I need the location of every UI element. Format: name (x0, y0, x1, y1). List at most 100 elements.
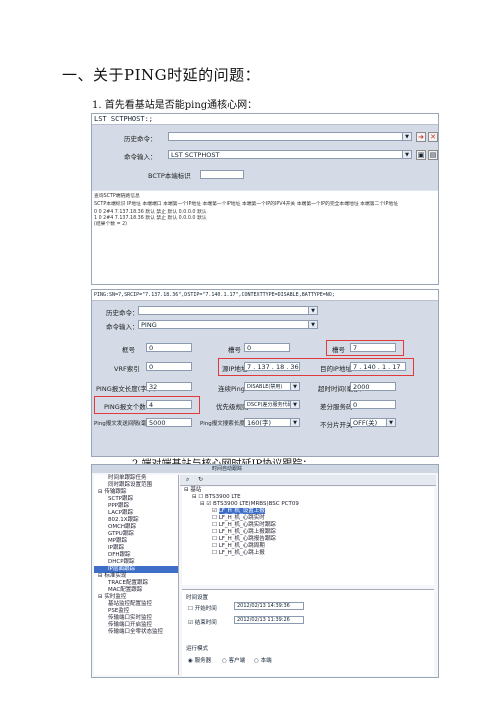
mode-client-radio[interactable]: ○ 客户端 (222, 656, 245, 664)
tree-item[interactable]: ☐ LF_H_机_心跳上报 (182, 550, 434, 557)
command-line: LST SCTPHOST:; (92, 114, 438, 125)
highlight-box (218, 358, 414, 376)
start-time-input[interactable]: 2012/02/13 14:39:36 (234, 602, 304, 610)
command-input[interactable]: PING ▼ (138, 320, 318, 329)
clear-icon[interactable]: ✕ (428, 132, 438, 142)
vrf-input[interactable]: 0 (146, 362, 192, 371)
tree-item[interactable]: ☐ LF_H_机_心跳报告跟踪 (182, 536, 434, 543)
tree-item[interactable]: DFH跟踪 (94, 552, 178, 559)
result-footer: (结果个数 = 2) (94, 222, 128, 227)
ping-length-input[interactable]: 32 (146, 382, 192, 391)
tree-item[interactable]: OMCH跟踪 (94, 524, 178, 531)
chevron-down-icon: ▼ (290, 401, 299, 408)
ping-panel: 历史命令： ▼ 命令输入： PING ▼ 框号 0 槽号 0 槽号 7 VRF索引… (92, 301, 438, 456)
tree-item[interactable]: IP跟踪 (94, 545, 178, 552)
tree-item[interactable]: 传输端口实时监控 (94, 615, 178, 622)
highlight-box (326, 340, 404, 356)
section-heading: 一、关于PING时延的问题： (62, 66, 261, 84)
chevron-down-icon: ▼ (308, 307, 317, 314)
screenshot-lst-sctphost: LST SCTPHOST:; 历史命令： ▼ ➜ ✕ 命令输入： LST SCT… (91, 113, 439, 285)
start-time-row[interactable]: ☐ 开始时间 (188, 604, 217, 612)
field-label: 连续Ping (218, 385, 245, 393)
continuous-ping-select[interactable]: DISABLE(禁用) ▼ (244, 382, 300, 391)
tree-item[interactable]: ☐ LF_H_机_心跳周期 (182, 543, 434, 550)
field-label: 框号 (122, 346, 135, 354)
step-1-text: 1. 首先看基站是否能ping通核心网： (92, 100, 258, 111)
tree-item[interactable]: 传输端口开启监控 (94, 622, 178, 629)
history-select[interactable]: ▼ (138, 306, 318, 315)
command-line: PING:SN=7,SRCIP="7.137.18.36",DSTIP="7.1… (92, 290, 438, 301)
tree-item[interactable]: 802.1X跟踪 (94, 517, 178, 524)
tree-item[interactable]: ⊟ 标准实现 (94, 573, 178, 580)
dscp-input[interactable]: 0 (350, 400, 396, 409)
mode-server-radio[interactable]: ◉ 服务器 (188, 656, 211, 664)
chevron-down-icon: ▼ (386, 419, 395, 426)
priority-select[interactable]: DSCP(差分服务代码) ▼ (244, 400, 300, 409)
tree-item[interactable]: ⊟ 实时监控 (94, 594, 178, 601)
field-label: 不分片开关 (320, 421, 353, 429)
refresh-icon[interactable]: ↻ (198, 476, 203, 483)
tree-item[interactable]: TRACE配置跟踪 (94, 580, 178, 587)
timeout-input[interactable]: 2000 (350, 382, 396, 391)
tree-item[interactable]: LACP跟踪 (94, 510, 178, 517)
execute-icon[interactable]: ➜ (416, 132, 426, 142)
result-headers: SCTP本端标识 IP地址 本端端口 本端第一个IP地址 本端第一个IP地址 本… (94, 202, 399, 207)
frame-input[interactable]: 0 (146, 343, 192, 352)
tree-item[interactable]: ⊟ 基站 (182, 487, 434, 494)
tree-item[interactable]: ☐ LF_H_机_心跳上报跟踪 (182, 529, 434, 536)
search-icon[interactable]: ⌕ (186, 476, 189, 484)
command-label: 命令输入： (124, 153, 157, 161)
tree-item[interactable]: 同时跟踪设置范围 (94, 482, 178, 489)
tree-item[interactable]: DHCP跟踪 (94, 559, 178, 566)
tree-item[interactable]: MAC配置跟踪 (94, 587, 178, 594)
tree-item[interactable]: ☐ LF_H_机_心跳实时 (182, 515, 434, 522)
toolbar: ⌕ ↻ (180, 475, 436, 486)
tree-item[interactable]: GTPU跟踪 (94, 531, 178, 538)
tree-item[interactable]: ☑ LF_H_机_设置上报 (182, 508, 434, 515)
command-input[interactable]: LST SCTPHOST ▼ (168, 150, 412, 159)
history-label: 历史命令： (124, 135, 157, 143)
search-length-select[interactable]: 160(字) ▼ (244, 418, 300, 427)
highlight-box (94, 396, 200, 414)
tree-item[interactable]: PSE监控 (94, 608, 178, 615)
ne-tree: ⊟ 基站 ⊟ ☐ BTS3900 LTE ⊟ ☑ BTS3900 LTE(MRB… (182, 487, 434, 585)
tree-item[interactable]: 基站监控配置监控 (94, 601, 178, 608)
chevron-down-icon: ▼ (402, 151, 411, 158)
tree-item[interactable]: 时间单跟踪任务 (94, 475, 178, 482)
bctp-label: BCTP本端标识 (148, 172, 191, 180)
chevron-down-icon: ▼ (402, 133, 411, 140)
tree-item[interactable]: MP跟踪 (94, 538, 178, 545)
run-icon[interactable]: ▤ (428, 150, 438, 160)
chevron-down-icon: ▼ (308, 321, 317, 328)
result-panel: 查询SCTP端链路信息 SCTP本端标识 IP地址 本端端口 本端第一个IP地址… (92, 191, 438, 284)
interval-input[interactable]: 5000 (146, 418, 192, 427)
mode-local-radio[interactable]: ○ 本端 (254, 656, 272, 664)
screenshot-trace: 时间自动跟踪 时间单跟踪任务 同时跟踪设置范围 ⊟ 传输跟踪 SCTP跟踪 PP… (91, 464, 439, 678)
tree-item[interactable]: 传输端口全零状态监控 (94, 629, 178, 636)
time-section-title: 时间设置 (186, 595, 209, 601)
field-label: Ping报文发送间隔(毫秒) (94, 421, 154, 427)
slot-input[interactable]: 0 (244, 343, 290, 352)
save-icon[interactable]: ▣ (416, 150, 426, 160)
screenshot-ping: PING:SN=7,SRCIP="7.137.18.36",DSTIP="7.1… (91, 289, 439, 457)
df-select[interactable]: OFF(关) ▼ (350, 418, 396, 427)
tree-item[interactable]: ⊟ ☑ BTS3900 LTE(MRBS)BSC PCT09 (182, 501, 434, 508)
end-time-row[interactable]: ☑ 结束时间 (188, 618, 217, 626)
end-time-input[interactable]: 2012/02/13 11:39:26 (234, 616, 304, 624)
left-tree: 时间单跟踪任务 同时跟踪设置范围 ⊟ 传输跟踪 SCTP跟踪 PPP跟踪 LAC… (94, 475, 179, 675)
command-panel: 历史命令： ▼ ➜ ✕ 命令输入： LST SCTPHOST ▼ ▣ ▤ BCTP… (92, 125, 438, 190)
tree-item[interactable]: ⊟ ☐ BTS3900 LTE (182, 494, 434, 501)
tree-item[interactable]: SCTP跟踪 (94, 496, 178, 503)
history-select[interactable]: ▼ (168, 132, 412, 141)
settings-panel: 时间设置 ☐ 开始时间 2012/02/13 14:39:36 ☑ 结束时间 2… (182, 589, 434, 676)
chevron-down-icon: ▼ (290, 419, 299, 426)
mode-section-title: 运行模式 (186, 646, 209, 652)
tree-item[interactable]: ☐ LF_H_机_心跳实时跟踪 (182, 522, 434, 529)
bctp-input[interactable] (200, 170, 244, 179)
tree-item[interactable]: ⊟ 传输跟踪 (94, 489, 178, 496)
tree-item[interactable]: PPP跟踪 (94, 503, 178, 510)
command-label: 命令输入： (106, 323, 139, 331)
tree-item-selected[interactable]: IP层面跟踪 (94, 566, 178, 573)
field-label: VRF索引 (114, 365, 140, 373)
chevron-down-icon: ▼ (290, 383, 299, 390)
